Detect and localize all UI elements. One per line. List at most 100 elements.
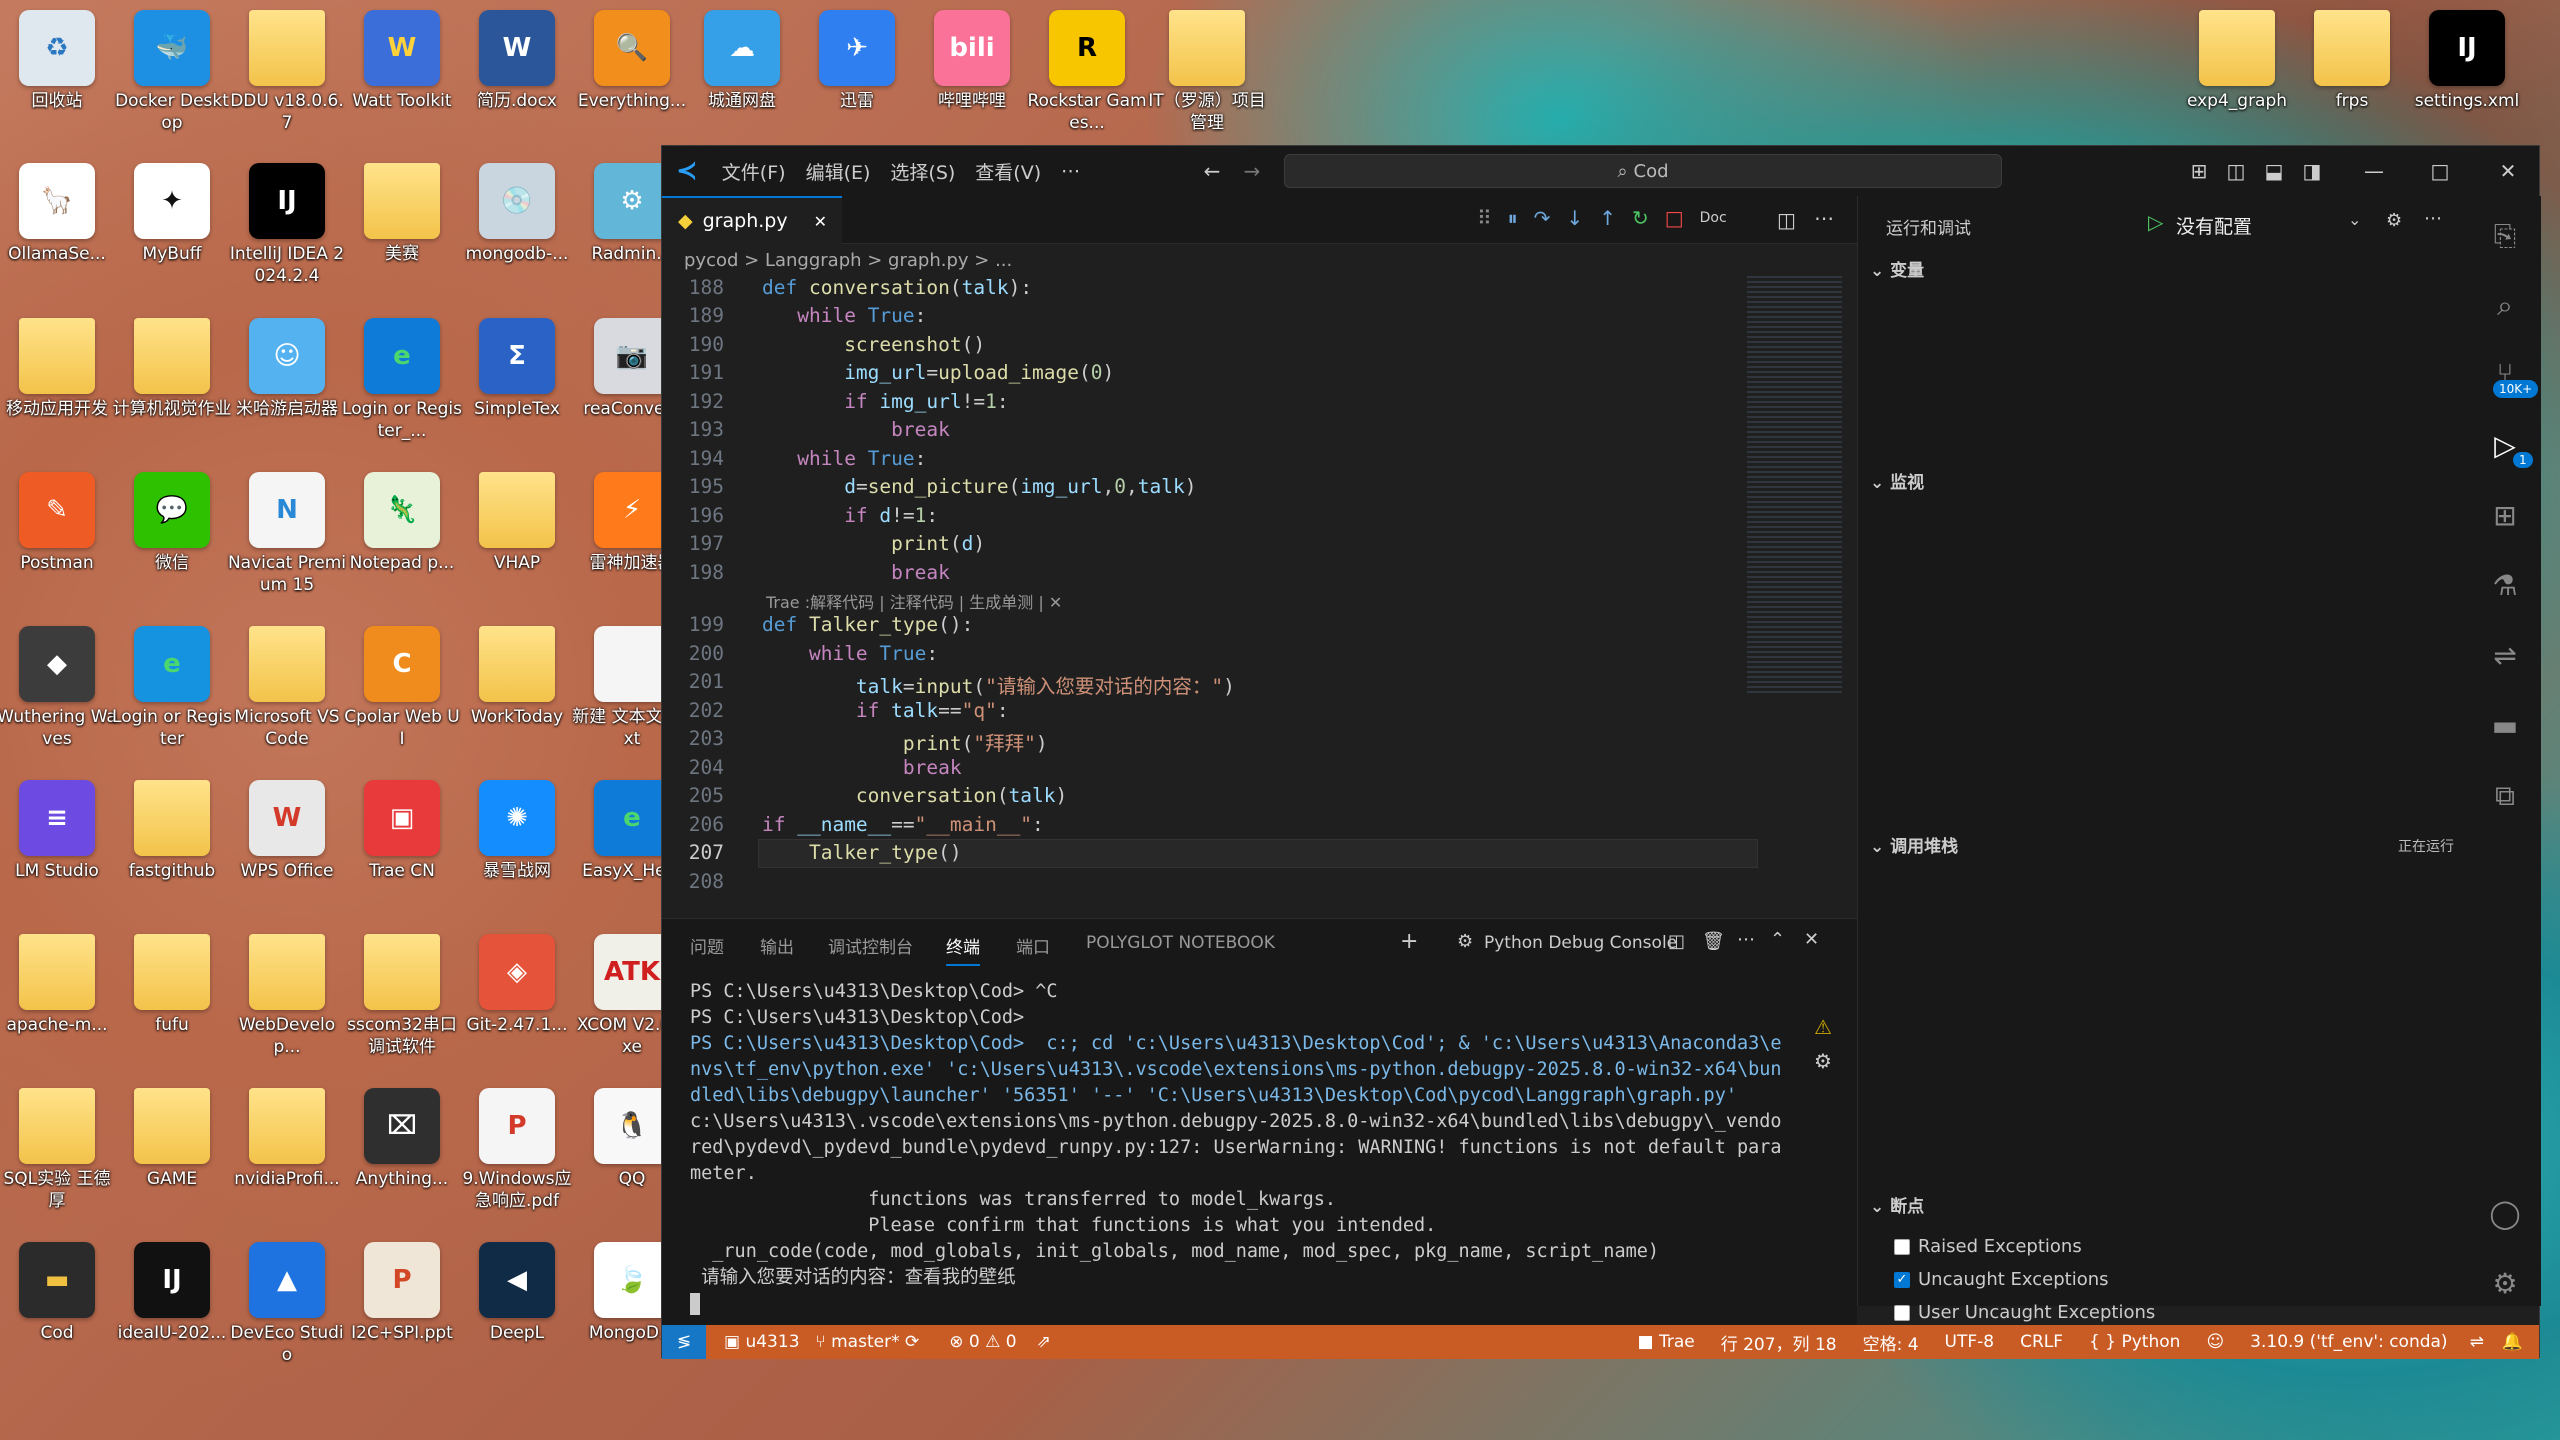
desktop-icon[interactable]: fastgithub xyxy=(112,780,232,882)
section-watch[interactable]: ⌄ 监视 xyxy=(1870,468,1924,493)
codelens[interactable]: Trae :解释代码 | 注释代码 | 生成单测 | ✕ xyxy=(766,589,1062,613)
breakpoint-item[interactable]: Raised Exceptions xyxy=(1894,1230,2155,1263)
restart-icon[interactable]: ↻ xyxy=(1632,206,1649,230)
toggle-secondary-sidebar-icon[interactable]: ◨ xyxy=(2300,159,2324,183)
desktop-icon[interactable]: nvidiaProfi... xyxy=(227,1088,347,1190)
desktop-icon[interactable]: W WPS Office xyxy=(227,780,347,882)
desktop-icon[interactable]: ◆ Wuthering Waves xyxy=(0,626,117,750)
notifications-icon[interactable]: ⇌ xyxy=(2470,1332,2484,1352)
remote-indicator-icon[interactable]: ≶ xyxy=(662,1325,706,1359)
language-mode[interactable]: { } Python xyxy=(2089,1332,2180,1352)
desktop-icon[interactable]: bili 哔哩哔哩 xyxy=(912,10,1032,112)
warning-icon[interactable]: ⚠ xyxy=(1814,1015,1832,1039)
tab-debug-console[interactable]: 调试控制台 xyxy=(828,933,913,958)
docs-icon[interactable]: ⧉ xyxy=(2487,778,2523,814)
desktop-icon[interactable]: 💬 微信 xyxy=(112,472,232,574)
menu-more[interactable]: ⋯ xyxy=(1061,160,1080,182)
terminal-icon[interactable]: ▬ xyxy=(2487,708,2523,744)
desktop-icon[interactable]: 🐳 Docker Desktop xyxy=(112,10,232,134)
section-variables[interactable]: ⌄ 变量 xyxy=(1870,256,1924,281)
desktop-icon[interactable]: ▲ DevEco Studio xyxy=(227,1242,347,1366)
bell-icon[interactable]: 🔔 xyxy=(2502,1332,2523,1352)
checkbox[interactable] xyxy=(1894,1239,1910,1255)
maximize-panel-icon[interactable]: ⌃ xyxy=(1770,929,1785,950)
menu-file[interactable]: 文件(F) xyxy=(722,158,786,185)
section-callstack[interactable]: ⌄ 调用堆栈 xyxy=(1870,832,1958,857)
forward-arrow-icon[interactable]: → xyxy=(1240,159,1264,183)
toggle-panel-icon[interactable]: ⬓ xyxy=(2262,159,2286,183)
cursor-position[interactable]: 行 207，列 18 xyxy=(1721,1330,1837,1355)
stop-icon[interactable]: □ xyxy=(1665,206,1684,230)
desktop-icon[interactable]: P 9.Windows应急响应.pdf xyxy=(457,1088,577,1212)
split-terminal-icon[interactable]: ◫ xyxy=(1668,931,1685,952)
step-out-icon[interactable]: ↑ xyxy=(1599,206,1616,230)
split-editor-icon[interactable]: ◫ xyxy=(1777,208,1796,232)
tab-ports[interactable]: 端口 xyxy=(1016,933,1050,958)
back-arrow-icon[interactable]: ← xyxy=(1200,159,1224,183)
desktop-icon[interactable]: ♻ 回收站 xyxy=(0,10,117,112)
desktop-icon[interactable]: Σ SimpleTex xyxy=(457,318,577,420)
maximize-icon[interactable]: □ xyxy=(2428,159,2452,183)
extensions-icon[interactable]: ⊞ xyxy=(2487,498,2523,534)
drag-handle-icon[interactable]: ⠿ xyxy=(1477,206,1492,230)
tab-polyglot-notebook[interactable]: POLYGLOT NOTEBOOK xyxy=(1086,933,1275,953)
branch-status[interactable]: ⑂ master* ⟳ xyxy=(816,1332,920,1352)
testing-icon[interactable]: ⚗ xyxy=(2487,568,2523,604)
tab-terminal[interactable]: 终端 xyxy=(946,933,980,966)
desktop-icon[interactable]: ⌧ Anything... xyxy=(342,1088,462,1190)
desktop-icon[interactable]: 💿 mongodb-... xyxy=(457,163,577,265)
settings-gear-icon[interactable]: ⚙ xyxy=(2487,1266,2523,1302)
desktop-icon[interactable]: exp4_graph xyxy=(2177,10,2297,112)
chevron-down-icon[interactable]: ⌄ xyxy=(2348,210,2361,229)
desktop-icon[interactable]: SQL实验 王德厚 xyxy=(0,1088,117,1212)
explorer-icon[interactable]: ⎘ xyxy=(2487,218,2523,254)
close-window-icon[interactable]: ✕ xyxy=(2496,159,2520,183)
desktop-icon[interactable]: fufu xyxy=(112,934,232,1036)
debug-terminal-icon[interactable]: ⚙ xyxy=(1814,1049,1832,1073)
desktop-icon[interactable]: WorkToday xyxy=(457,626,577,728)
section-breakpoints[interactable]: ⌄ 断点 xyxy=(1870,1192,1924,1217)
remote-icon[interactable]: ⇌ xyxy=(2487,638,2523,674)
interpreter[interactable]: 3.10.9 ('tf_env': conda) xyxy=(2250,1332,2447,1352)
close-panel-icon[interactable]: ✕ xyxy=(1804,929,1819,950)
desktop-icon[interactable]: IJ ideaIU-202... xyxy=(112,1242,232,1344)
config-select[interactable]: 没有配置 xyxy=(2176,212,2252,239)
more-icon[interactable]: ⋯ xyxy=(2424,208,2442,229)
tab-problems[interactable]: 问题 xyxy=(690,933,724,958)
desktop-icon[interactable]: e Login or Register_... xyxy=(342,318,462,442)
desktop-icon[interactable]: e Login or Register xyxy=(112,626,232,750)
more-actions-icon[interactable]: ⋯ xyxy=(1814,206,1834,230)
share-icon[interactable]: ⇗ xyxy=(1037,1332,1051,1352)
copilot-icon[interactable]: ☺ xyxy=(2206,1332,2224,1352)
desktop-icon[interactable]: N Navicat Premium 15 xyxy=(227,472,347,596)
command-center-search[interactable]: ⌕ Cod xyxy=(1284,154,2002,188)
step-into-icon[interactable]: ↓ xyxy=(1566,206,1583,230)
desktop-icon[interactable]: 🦙 OllamaSe... xyxy=(0,163,117,265)
desktop-icon[interactable]: 🦎 Notepad p... xyxy=(342,472,462,574)
desktop-icon[interactable]: P I2C+SPI.ppt xyxy=(342,1242,462,1344)
desktop-icon[interactable]: DDU v18.0.6.7 xyxy=(227,10,347,134)
desktop-icon[interactable]: 移动应用开发 xyxy=(0,318,117,420)
minimap[interactable] xyxy=(1747,276,1842,696)
more-icon[interactable]: ⋯ xyxy=(1737,929,1755,950)
desktop-icon[interactable]: ◈ Git-2.47.1... xyxy=(457,934,577,1036)
desktop-icon[interactable]: ✎ Postman xyxy=(0,472,117,574)
tab-graph-py[interactable]: ◆ graph.py ✕ xyxy=(662,196,842,244)
indentation[interactable]: 空格: 4 xyxy=(1863,1330,1919,1355)
breadcrumb[interactable]: pycod > Langgraph > graph.py > ... xyxy=(684,250,1012,271)
start-debug-icon[interactable]: ▷ xyxy=(2148,210,2163,234)
desktop-icon[interactable]: W 简历.docx xyxy=(457,10,577,112)
desktop-icon[interactable]: apache-m... xyxy=(0,934,117,1036)
search-icon[interactable]: ⌕ xyxy=(2487,288,2523,324)
pause-icon[interactable]: ⏸ xyxy=(1508,206,1518,230)
desktop-icon[interactable]: WebDevelop... xyxy=(227,934,347,1058)
checkbox[interactable]: ✓ xyxy=(1894,1272,1910,1288)
desktop-icon[interactable]: frps xyxy=(2292,10,2412,112)
eol[interactable]: CRLF xyxy=(2020,1332,2063,1352)
layout-customize-icon[interactable]: ⊞ xyxy=(2187,159,2211,183)
breakpoint-item[interactable]: ✓ Uncaught Exceptions xyxy=(1894,1263,2155,1296)
doc-button[interactable]: Doc xyxy=(1700,210,1727,226)
terminal-output[interactable]: PS C:\Users\u4313\Desktop\Cod> ^C PS C:\U… xyxy=(690,979,1800,1315)
terminal-name[interactable]: Python Debug Console xyxy=(1484,933,1677,953)
desktop-icon[interactable]: ✺ 暴雪战网 xyxy=(457,780,577,882)
